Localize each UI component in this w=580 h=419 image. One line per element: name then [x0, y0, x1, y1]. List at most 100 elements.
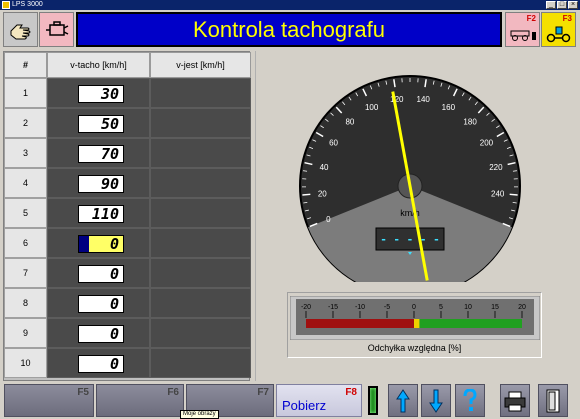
- v-jest-cell: [150, 288, 251, 318]
- v-jest-cell: [150, 228, 251, 258]
- row-number: 10: [4, 348, 47, 378]
- v-tacho-cell[interactable]: 0: [47, 318, 150, 348]
- v-tacho-cell[interactable]: 90: [47, 168, 150, 198]
- table-row: 7 0: [4, 258, 251, 288]
- question-mark-icon: [463, 388, 477, 411]
- table-row: 4 90: [4, 168, 251, 198]
- f2-key-label: F2: [526, 14, 536, 23]
- gauge-tick-label: 0: [326, 215, 331, 224]
- v-jest-cell: [150, 108, 251, 138]
- v-tacho-value[interactable]: 30: [78, 85, 124, 103]
- v-tacho-cell[interactable]: 110: [47, 198, 150, 228]
- gauge-tick-label: 80: [345, 118, 354, 127]
- pobierz-label: Pobierz: [282, 398, 327, 413]
- row-number: 6: [4, 228, 47, 258]
- deviation-tick-label: -5: [384, 304, 390, 311]
- table-row: 5 110: [4, 198, 251, 228]
- row-number: 2: [4, 108, 47, 138]
- up-button[interactable]: [388, 384, 418, 417]
- v-jest-cell: [150, 258, 251, 288]
- f3-vehicle-button[interactable]: F3: [541, 12, 576, 47]
- v-jest-cell: [150, 198, 251, 228]
- gauge-tick-label: 40: [320, 163, 329, 172]
- minimize-button[interactable]: _: [546, 1, 556, 9]
- gauge-tick: [512, 170, 517, 172]
- v-tacho-cell[interactable]: 0: [47, 348, 150, 378]
- f5-key-label: F5: [77, 387, 89, 398]
- arrow-down-icon: [429, 389, 443, 413]
- deviation-tick-label: -15: [328, 304, 338, 311]
- v-tacho-value[interactable]: 90: [78, 175, 124, 193]
- v-tacho-cell[interactable]: 0: [47, 228, 150, 258]
- row-number: 1: [4, 78, 47, 108]
- f7-key-label: F7: [257, 387, 269, 398]
- table-row: 10 0: [4, 348, 251, 378]
- hand-icon: [10, 24, 30, 39]
- row-number: 9: [4, 318, 47, 348]
- gauge-tick: [509, 193, 518, 196]
- deviation-label: Odchyłka względna [%]: [367, 343, 462, 353]
- engine-button[interactable]: [39, 12, 74, 47]
- deviation-negative-zone: [306, 319, 414, 328]
- v-tacho-value-editing[interactable]: 0: [78, 235, 124, 253]
- column-header-v-jest: v-jest [km/h]: [150, 52, 251, 78]
- gauge-tick-label: 60: [329, 138, 338, 147]
- v-jest-cell: [150, 138, 251, 168]
- maximize-button[interactable]: □: [557, 1, 567, 9]
- help-button[interactable]: [455, 384, 485, 417]
- window-title: LPS 3000: [12, 1, 43, 8]
- v-tacho-cell[interactable]: 30: [47, 78, 150, 108]
- speedometer-gauge: 020406080100120 140160180200220240km/h- -…: [299, 75, 521, 282]
- close-button[interactable]: ×: [568, 1, 578, 9]
- door-exit-icon: [546, 389, 560, 412]
- v-tacho-value[interactable]: 0: [78, 355, 124, 373]
- deviation-tick-label: 5: [439, 304, 443, 311]
- gauge-tick-label: 140: [417, 95, 431, 104]
- column-header-v-tacho: v-tacho [km/h]: [47, 52, 150, 78]
- printer-button[interactable]: [500, 384, 530, 417]
- row-number: 5: [4, 198, 47, 228]
- v-jest-cell: [150, 318, 251, 348]
- f3-key-label: F3: [562, 14, 572, 23]
- v-tacho-value[interactable]: 0: [78, 325, 124, 343]
- status-led: [368, 386, 378, 415]
- f6-button[interactable]: F6: [96, 384, 184, 417]
- bottom-toolbar: F5 F6 F7 F8 Pobierz: [0, 383, 580, 419]
- v-tacho-value[interactable]: 0: [78, 295, 124, 313]
- v-jest-cell: [150, 168, 251, 198]
- f5-button[interactable]: F5: [4, 384, 94, 417]
- v-tacho-cell[interactable]: 0: [47, 288, 150, 318]
- v-tacho-value[interactable]: 50: [78, 115, 124, 133]
- table-row: 2 50: [4, 108, 251, 138]
- tooltip: Moje obrazy: [180, 410, 219, 419]
- window-titlebar: LPS 3000 _ □ ×: [0, 0, 580, 10]
- page-title: Kontrola tachografu: [76, 12, 502, 47]
- table-row: 3 70: [4, 138, 251, 168]
- row-number: 3: [4, 138, 47, 168]
- v-tacho-value[interactable]: 110: [78, 205, 124, 223]
- exit-button[interactable]: [538, 384, 568, 417]
- f2-vehicle-button[interactable]: F2: [505, 12, 540, 47]
- arrow-up-icon: [396, 388, 410, 412]
- gauge-tick-label: 200: [480, 138, 494, 147]
- v-tacho-cell[interactable]: 70: [47, 138, 150, 168]
- gauge-digital-value: - - - - -: [380, 233, 440, 246]
- v-jest-cell: [150, 78, 251, 108]
- table-row: 1 30: [4, 78, 251, 108]
- gauge-tick-label: 180: [463, 118, 477, 127]
- car-test-icon: [546, 26, 570, 42]
- hand-button[interactable]: [3, 12, 38, 47]
- deviation-bar-gauge: -20 -15 -10 -5 0 5 10 15 20: [290, 296, 540, 340]
- v-tacho-value[interactable]: 70: [78, 145, 124, 163]
- deviation-tick-label: 20: [518, 304, 526, 311]
- f6-key-label: F6: [167, 387, 179, 398]
- speed-table: # v-tacho [km/h] v-jest [km/h] 1 30 2 50…: [3, 51, 251, 381]
- pobierz-button[interactable]: F8 Pobierz: [276, 384, 362, 417]
- v-tacho-cell[interactable]: 0: [47, 258, 150, 288]
- down-button[interactable]: [421, 384, 451, 417]
- v-tacho-value[interactable]: 0: [78, 265, 124, 283]
- printer-icon: [504, 391, 526, 411]
- v-tacho-cell[interactable]: 50: [47, 108, 150, 138]
- deviation-tick-label: 15: [491, 304, 499, 311]
- gauge-tick-label: 240: [491, 189, 505, 198]
